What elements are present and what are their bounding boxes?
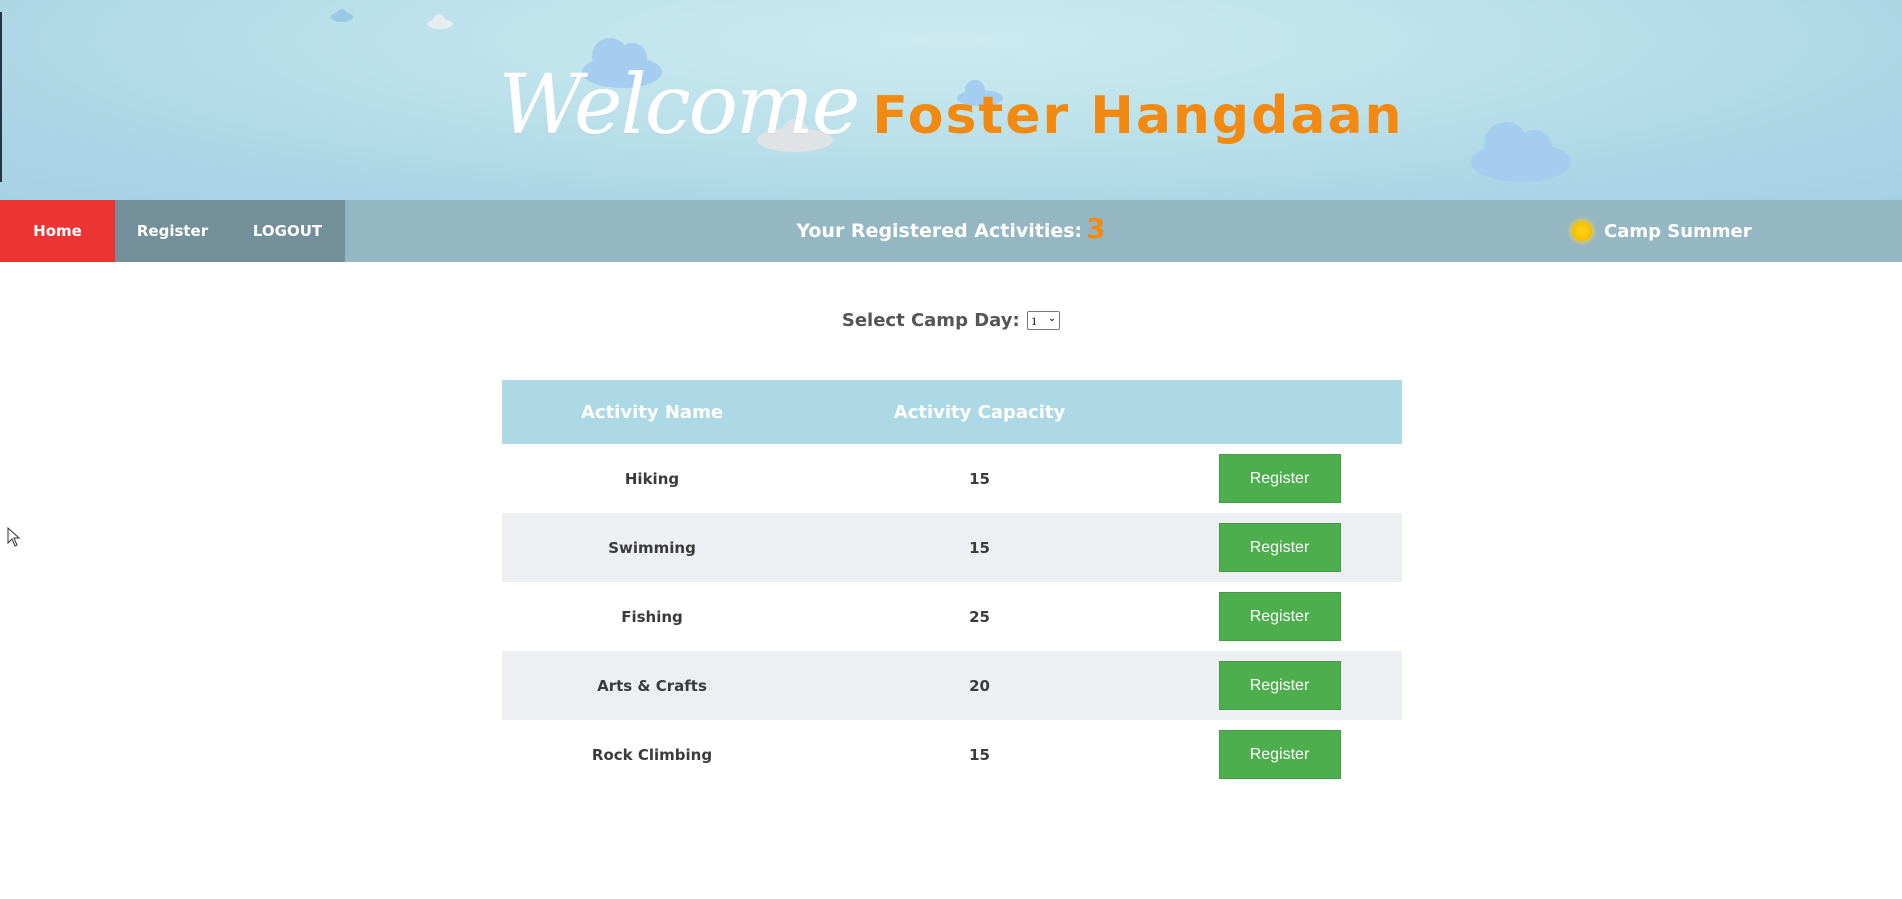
activity-capacity-cell: 15 [969,469,990,488]
action-cell: Register [1157,523,1402,572]
registered-activities-count: 3 [1086,211,1106,245]
table-row: Swimming 15 Register [502,513,1402,582]
table-row: Rock Climbing 15 Register [502,720,1402,789]
welcome-heading: Welcome Foster Hangdaan [0,58,1902,153]
register-hiking-button[interactable]: Register [1218,454,1341,503]
brand-name: Camp Summer [1604,220,1752,242]
nav-register-link[interactable]: Register [115,200,230,262]
user-name: Foster Hangdaan [872,86,1404,146]
camp-day-selector: Select Camp Day: 1 ⌄ [0,310,1902,331]
register-arts-crafts-button[interactable]: Register [1218,661,1341,710]
activity-capacity-cell: 15 [969,538,990,557]
hero-banner: Welcome Foster Hangdaan [0,0,1902,200]
camp-day-label: Select Camp Day: [841,310,1020,331]
column-header-activity-name: Activity Name [580,401,724,423]
camp-day-select[interactable]: 1 ⌄ [1027,311,1061,330]
mouse-cursor-icon [7,527,21,547]
nav-home-link[interactable]: Home [0,200,115,262]
table-row: Arts & Crafts 20 Register [502,651,1402,720]
action-cell: Register [1157,661,1402,710]
register-swimming-button[interactable]: Register [1218,523,1341,572]
cloud-icon [331,9,353,22]
activity-name-cell: Swimming [608,538,696,557]
table-row: Fishing 25 Register [502,582,1402,651]
action-cell: Register [1157,454,1402,503]
activity-name-cell: Hiking [624,469,680,488]
activity-capacity-cell: 25 [969,607,990,626]
chevron-down-icon: ⌄ [1047,313,1057,324]
activity-name-cell: Fishing [621,607,683,626]
sun-icon [1572,221,1592,241]
activity-name-cell: Arts & Crafts [597,676,707,695]
action-cell: Register [1157,730,1402,779]
nav-links: Home Register LOGOUT [0,200,345,262]
activity-capacity-cell: 20 [969,676,990,695]
register-rock-climbing-button[interactable]: Register [1218,730,1341,779]
brand: Camp Summer [1572,200,1752,262]
register-fishing-button[interactable]: Register [1218,592,1341,641]
registered-activities-label: Your Registered Activities: [796,220,1083,242]
activity-name-cell: Rock Climbing [591,745,713,764]
table-row: Hiking 15 Register [502,444,1402,513]
cloud-icon [427,14,453,29]
action-cell: Register [1157,592,1402,641]
nav-logout-link[interactable]: LOGOUT [230,200,345,262]
activities-table: Activity Name Activity Capacity Hiking 1… [502,380,1402,789]
camp-day-selected-value: 1 [1031,314,1038,328]
activity-capacity-cell: 15 [969,745,990,764]
column-header-activity-capacity: Activity Capacity [893,401,1066,423]
table-header: Activity Name Activity Capacity [502,380,1402,444]
welcome-word: Welcome [498,58,860,153]
top-navbar: Home Register LOGOUT Your Registered Act… [0,200,1902,262]
